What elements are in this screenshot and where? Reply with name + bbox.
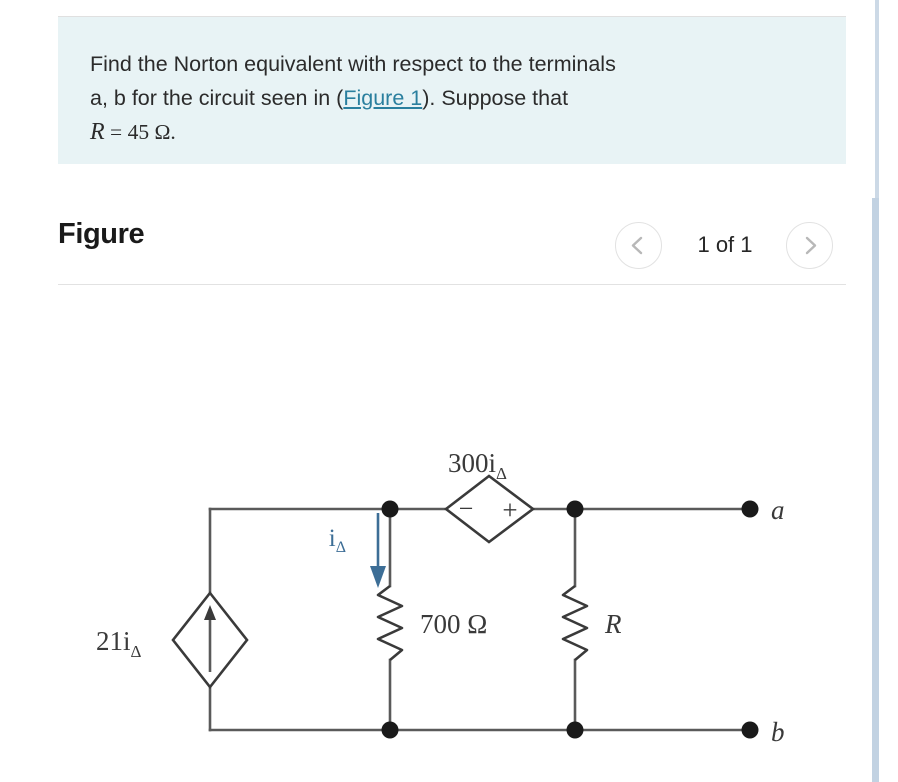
voltage-source-minus-sign: − [459,494,474,523]
figure-title: Figure [58,218,145,250]
terminal-dot-b [741,721,759,739]
question-line-1: Find the Norton equivalent with respect … [90,52,616,76]
figure-divider [58,284,846,285]
chevron-right-icon [787,223,832,268]
voltage-source-plus-sign: + [502,495,517,525]
circuit-diagram: 21iΔ − + 300iΔ iΔ 700 Ω R a b [58,300,846,770]
current-direction-arrow [370,513,386,588]
dependent-voltage-source-label: 300iΔ [448,448,507,483]
terminal-b-label: b [771,717,785,747]
node-dot-bottom-right [566,721,584,739]
resistance-variable: R [90,119,105,145]
current-label: iΔ [329,525,346,556]
terminal-a-label: a [771,495,785,525]
node-dot-top-right [566,500,584,518]
figure-1-link[interactable]: Figure 1 [343,86,422,110]
node-dot-bottom-middle [381,721,399,739]
resistor-700-ohm-label: 700 Ω [420,609,487,639]
resistance-value: 45 Ω. [127,120,176,144]
node-dot-top-middle [381,500,399,518]
scrollbar-thumb[interactable] [872,198,879,782]
figure-page-count: 1 of 1 [697,232,753,257]
resistor-700-ohm-symbol [376,584,404,661]
equals-sign: = [104,120,128,144]
dependent-voltage-source-symbol: − + [443,474,536,544]
question-prompt-box: Find the Norton equivalent with respect … [58,16,846,164]
dependent-current-source-label: 21iΔ [96,626,142,661]
resistor-r-label: R [604,609,622,639]
dependent-current-source-symbol [171,590,249,690]
question-line-2-after: ). Suppose that [422,86,569,110]
question-line-2-before: a, b for the circuit seen in ( [90,86,344,110]
question-text: Find the Norton equivalent with respect … [90,47,810,149]
chevron-left-icon [616,223,661,268]
next-figure-button[interactable] [786,222,833,269]
previous-figure-button[interactable] [615,222,662,269]
resistor-r-symbol [561,584,589,661]
figure-header: Figure 1 of 1 [58,206,846,286]
terminal-dot-a [741,500,759,518]
